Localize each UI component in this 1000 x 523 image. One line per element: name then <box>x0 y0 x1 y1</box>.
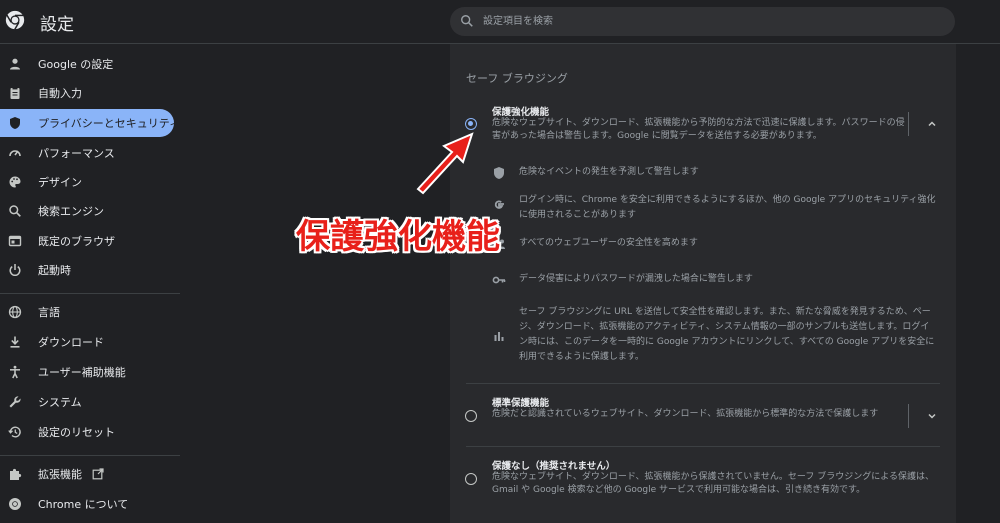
search-icon <box>461 15 473 27</box>
option-description: 危険なウェブサイト、ダウンロード、拡張機能から保護されていません。セーフ ブラウ… <box>492 472 934 495</box>
chrome-icon <box>8 497 22 511</box>
shield-icon <box>8 116 22 130</box>
sidebar-item-default-browser[interactable]: 既定のブラウザ <box>0 227 174 255</box>
sidebar-item-label: Chrome について <box>38 498 129 511</box>
sidebar-item-label: プライバシーとセキュリティ <box>38 117 181 130</box>
option-divider <box>466 446 940 447</box>
feature-text: データ侵害によりパスワードが漏洩した場合に警告します <box>519 274 753 284</box>
sidebar: Google の設定 自動入力 プライバシーとセキュリティ パフォーマンス デザ… <box>0 45 180 523</box>
sidebar-item-label: ユーザー補助機能 <box>38 366 126 379</box>
palette-icon <box>8 175 22 189</box>
option-separator <box>908 404 909 428</box>
standard-protection-radio[interactable] <box>465 410 477 422</box>
sidebar-item-reset[interactable]: 設定のリセット <box>0 418 174 446</box>
sidebar-item-label: ダウンロード <box>38 336 104 349</box>
accessibility-icon <box>8 365 22 379</box>
feature-text: 危険なイベントの発生を予測して警告します <box>519 167 699 177</box>
annotation-arrow-icon <box>416 132 474 195</box>
search-icon <box>8 204 22 218</box>
feature-text: すべてのウェブユーザーの安全性を高めます <box>519 238 698 248</box>
sidebar-item-label: 起動時 <box>38 264 71 277</box>
wrench-icon <box>8 395 22 409</box>
shield-icon <box>494 167 504 179</box>
sidebar-item-label: パフォーマンス <box>38 147 115 160</box>
clipboard-icon <box>8 86 22 100</box>
option-title: 保護なし（推奨されません） <box>492 461 616 472</box>
safe-browsing-card: セーフ ブラウジング 保護強化機能 危険なウェブサイト、ダウンロード、拡張機能か… <box>450 44 956 523</box>
option-separator <box>908 112 909 136</box>
search-box[interactable] <box>450 7 955 36</box>
sidebar-item-system[interactable]: システム <box>0 388 174 416</box>
sidebar-item-label: 設定のリセット <box>38 426 115 439</box>
sidebar-item-label: システム <box>38 396 82 409</box>
sidebar-item-accessibility[interactable]: ユーザー補助機能 <box>0 358 174 386</box>
person-icon <box>8 57 22 71</box>
option-title: 保護強化機能 <box>492 107 550 118</box>
download-icon <box>8 335 22 349</box>
page-title: 設定 <box>40 15 74 35</box>
option-title: 標準保護機能 <box>492 398 550 409</box>
speedometer-icon <box>8 146 22 160</box>
globe-icon <box>8 305 22 319</box>
sidebar-item-startup[interactable]: 起動時 <box>0 256 174 284</box>
sidebar-item-label: 拡張機能 <box>38 468 82 481</box>
sidebar-item-performance[interactable]: パフォーマンス <box>0 139 174 167</box>
search-input[interactable] <box>483 12 943 31</box>
sidebar-item-languages[interactable]: 言語 <box>0 298 174 326</box>
browser-icon <box>8 234 22 248</box>
power-icon <box>8 263 22 277</box>
option-divider <box>466 383 940 384</box>
sidebar-item-search-engine[interactable]: 検索エンジン <box>0 197 174 225</box>
chevron-up-icon[interactable] <box>926 118 938 130</box>
history-icon <box>8 425 22 439</box>
top-bar: 設定 <box>0 0 1000 44</box>
feature-text: セーフ ブラウジングに URL を送信して安全性を確認します。また、新たな脅威を… <box>519 307 935 362</box>
sidebar-item-label: Google の設定 <box>38 58 114 71</box>
feature-text: ログイン時に、Chrome を安全に利用できるようにするほか、他の Google… <box>519 195 936 220</box>
sidebar-divider <box>0 293 180 294</box>
sidebar-item-privacy[interactable]: プライバシーとセキュリティ <box>0 109 180 137</box>
sidebar-item-label: 自動入力 <box>38 87 82 100</box>
sidebar-item-downloads[interactable]: ダウンロード <box>0 328 174 356</box>
section-title: セーフ ブラウジング <box>466 72 568 85</box>
sidebar-item-label: 言語 <box>38 306 60 319</box>
annotation-text: 保護強化機能 <box>296 217 500 257</box>
puzzle-icon <box>8 467 22 481</box>
sidebar-item-about[interactable]: Chrome について <box>0 490 174 518</box>
sidebar-item-design[interactable]: デザイン <box>0 168 174 196</box>
key-icon <box>492 276 506 284</box>
chrome-logo-icon <box>5 10 25 30</box>
sidebar-item-autofill[interactable]: 自動入力 <box>0 79 174 107</box>
sidebar-item-label: デザイン <box>38 176 82 189</box>
sidebar-item-extensions[interactable]: 拡張機能 <box>0 460 174 488</box>
external-link-icon <box>92 468 104 480</box>
sidebar-divider <box>0 455 180 456</box>
sidebar-item-label: 検索エンジン <box>38 205 104 218</box>
option-description: 危険だと認識されているウェブサイト、ダウンロード、拡張機能から標準的な方法で保護… <box>492 409 879 419</box>
bar-chart-icon <box>494 332 504 341</box>
option-description: 危険なウェブサイト、ダウンロード、拡張機能から予防的な方法で迅速に保護します。パ… <box>492 118 905 141</box>
annotation-label: 保護強化機能 <box>296 209 528 259</box>
sidebar-item-google[interactable]: Google の設定 <box>0 50 174 78</box>
sidebar-item-label: 既定のブラウザ <box>38 235 115 248</box>
chevron-down-icon[interactable] <box>926 410 938 422</box>
no-protection-radio[interactable] <box>465 473 477 485</box>
